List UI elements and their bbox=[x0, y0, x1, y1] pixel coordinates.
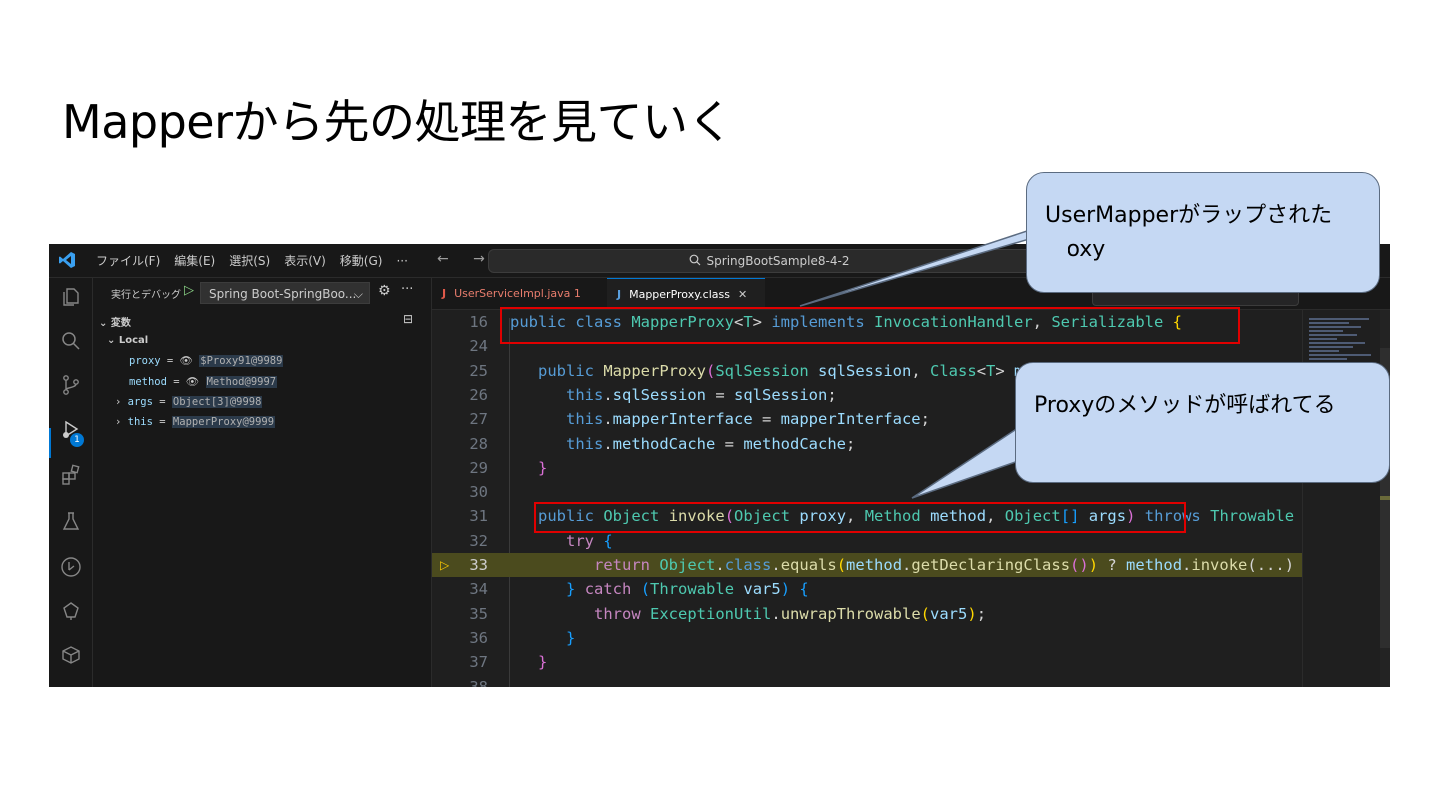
scope-label: Local bbox=[118, 335, 149, 346]
chevron-right-icon: › bbox=[115, 416, 122, 428]
variable-name: this bbox=[127, 416, 153, 428]
source-control-icon[interactable] bbox=[60, 374, 82, 396]
vscode-logo-icon bbox=[58, 251, 78, 271]
callout-proxy-wrapped: UserMapperがラップされたProxy bbox=[1026, 172, 1380, 293]
callout-text: Proxyのメソッドが呼ばれてる bbox=[1034, 393, 1336, 418]
code-line: 30 bbox=[469, 483, 488, 502]
slide-title: Mapperから先の処理を見ていく bbox=[62, 95, 734, 149]
variables-section-header[interactable]: ⌄ 変数 bbox=[99, 314, 131, 329]
tab-userserviceimpl[interactable]: J UserServiceImpl.java 1 bbox=[432, 278, 600, 309]
debug-sidebar: 実行とデバッグ ▷ Spring Boot-SpringBoo... ⌵ ⚙ ·… bbox=[93, 278, 432, 687]
search-icon bbox=[689, 254, 701, 269]
collapse-all-icon[interactable]: ⊟ bbox=[403, 312, 413, 326]
menu-edit[interactable]: 編集(E) bbox=[167, 252, 222, 269]
variable-value: Method@9997 bbox=[205, 376, 278, 388]
code-line: 37 } bbox=[469, 653, 548, 672]
gear-icon[interactable]: ⚙ bbox=[378, 283, 391, 299]
variable-name: method bbox=[129, 376, 167, 388]
explorer-icon[interactable] bbox=[60, 286, 82, 308]
active-view-indicator bbox=[49, 428, 51, 458]
variable-row[interactable]: method = 👁 Method@9997 bbox=[129, 375, 278, 388]
launch-config-label: Spring Boot-SpringBoo... bbox=[209, 287, 357, 301]
chevron-right-icon: › bbox=[115, 396, 122, 408]
extensions-icon[interactable] bbox=[60, 464, 82, 486]
menu-bar: ファイル(F) 編集(E) 選択(S) 表示(V) 移動(G) ··· bbox=[89, 244, 415, 277]
eye-icon: 👁 bbox=[185, 376, 200, 388]
variable-row[interactable]: › this = MapperProxy@9999 bbox=[115, 416, 276, 428]
tab-mapperproxy[interactable]: J MapperProxy.class ✕ bbox=[607, 278, 765, 309]
java-file-icon: J bbox=[442, 287, 447, 300]
variable-name: args bbox=[127, 396, 153, 408]
run-debug-title: 実行とデバッグ bbox=[111, 290, 181, 301]
menu-go[interactable]: 移動(G) bbox=[333, 252, 390, 269]
tab-label: UserServiceImpl.java 1 bbox=[454, 287, 581, 300]
testing-flask-icon[interactable] bbox=[60, 510, 82, 532]
variable-row[interactable]: proxy = 👁 $Proxy91@9989 bbox=[129, 354, 284, 367]
scrollbar-marker bbox=[1380, 496, 1390, 500]
callout-proxy-method: Proxyのメソッドが呼ばれてる bbox=[1015, 362, 1390, 483]
chevron-down-icon: ⌵ bbox=[353, 287, 363, 301]
callout-pointer-1 bbox=[799, 229, 1061, 307]
debug-badge: 1 bbox=[70, 433, 84, 447]
menu-selection[interactable]: 選択(S) bbox=[222, 252, 277, 269]
variable-name: proxy bbox=[129, 355, 161, 367]
variable-value: $Proxy91@9989 bbox=[199, 355, 284, 367]
code-line: 36 } bbox=[469, 628, 576, 647]
callout-tail-join bbox=[1017, 430, 1057, 460]
gitlens-icon[interactable] bbox=[60, 600, 82, 622]
current-execution-line: ▷ 33 return Object.class.equals(method.ge… bbox=[432, 553, 1302, 578]
spring-boot-dashboard-icon[interactable] bbox=[60, 556, 82, 578]
nav-arrows[interactable]: ← → bbox=[437, 251, 495, 267]
callout-text: UserMapperがラップされたProxy bbox=[1045, 203, 1333, 262]
start-debugging-play-icon[interactable]: ▷ bbox=[184, 283, 194, 298]
eye-icon: 👁 bbox=[179, 355, 193, 367]
code-line: 34 } catch (Throwable var5) { bbox=[469, 580, 809, 599]
code-line: 35 throw ExceptionUtil.unwrapThrowable(v… bbox=[469, 604, 987, 623]
callout-tail-join bbox=[1028, 232, 1068, 262]
chevron-down-icon: ⌄ bbox=[99, 318, 108, 329]
java-file-icon: J bbox=[617, 288, 622, 301]
package-box-icon[interactable] bbox=[60, 644, 82, 666]
variable-value: MapperProxy@9999 bbox=[171, 416, 276, 428]
tab-label: MapperProxy.class bbox=[629, 288, 730, 301]
highlight-invoke-method bbox=[534, 502, 1186, 533]
variable-value: Object[3]@9998 bbox=[171, 396, 263, 408]
variables-header-label: 変数 bbox=[110, 318, 131, 329]
variable-row[interactable]: › args = Object[3]@9998 bbox=[115, 396, 263, 408]
activity-bar: 1 bbox=[49, 278, 93, 687]
launch-config-dropdown[interactable]: Spring Boot-SpringBoo... ⌵ bbox=[200, 282, 370, 304]
menu-view[interactable]: 表示(V) bbox=[277, 252, 333, 269]
sidebar-more[interactable]: ··· bbox=[401, 282, 413, 297]
code-line: 38 bbox=[469, 677, 488, 688]
scope-local[interactable]: ⌄ Local bbox=[107, 335, 148, 346]
highlight-class-declaration bbox=[500, 307, 1240, 344]
search-view-icon[interactable] bbox=[60, 330, 82, 352]
close-icon[interactable]: ✕ bbox=[738, 288, 747, 301]
chevron-down-icon: ⌄ bbox=[107, 335, 116, 346]
menu-file[interactable]: ファイル(F) bbox=[89, 252, 167, 269]
menu-more[interactable]: ··· bbox=[389, 254, 414, 268]
